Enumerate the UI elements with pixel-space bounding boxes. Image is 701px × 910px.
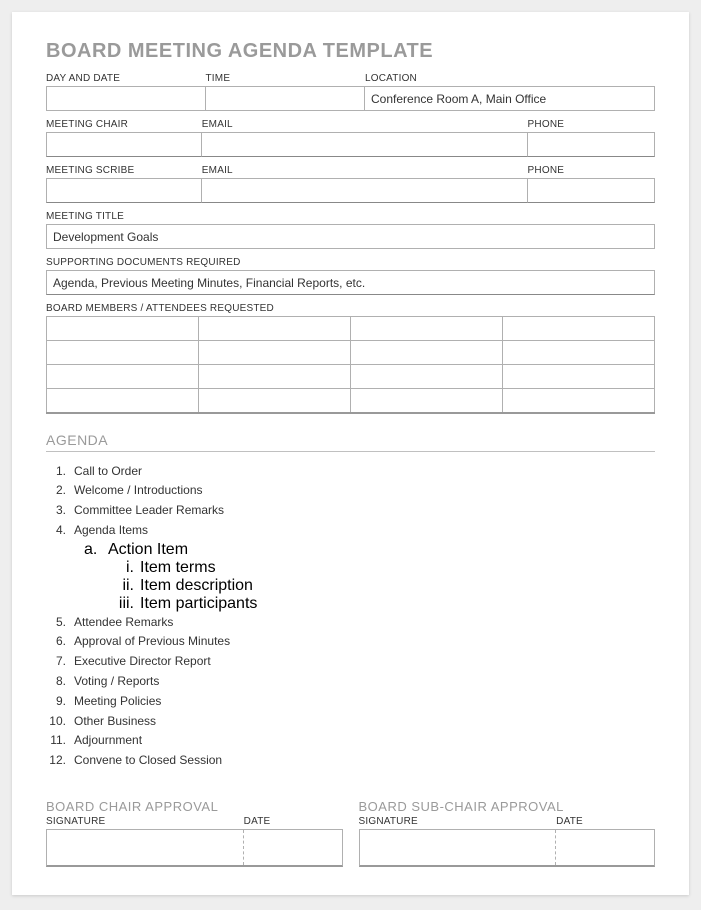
agenda-list: Call to Order Welcome / Introductions Co… bbox=[46, 462, 655, 772]
agenda-item: Adjournment bbox=[74, 733, 142, 747]
subchair-signature-field[interactable] bbox=[360, 830, 556, 865]
subchair-date-field[interactable] bbox=[555, 830, 654, 865]
attendees-table bbox=[46, 316, 655, 414]
agenda-item: Attendee Remarks bbox=[74, 615, 173, 629]
attendee-cell[interactable] bbox=[503, 341, 655, 365]
board-subchair-approval-title: BOARD SUB-CHAIR APPROVAL bbox=[359, 799, 656, 814]
signature-label: SIGNATURE bbox=[46, 816, 244, 827]
attendee-cell[interactable] bbox=[47, 389, 199, 413]
agenda-sub-a: Action Item bbox=[84, 541, 655, 559]
scribe-phone-value[interactable] bbox=[528, 178, 655, 203]
meeting-title-value[interactable]: Development Goals bbox=[46, 224, 655, 249]
agenda-item: Welcome / Introductions bbox=[74, 483, 203, 497]
supporting-docs-value[interactable]: Agenda, Previous Meeting Minutes, Financ… bbox=[46, 270, 655, 295]
attendee-cell[interactable] bbox=[199, 317, 351, 341]
attendee-cell[interactable] bbox=[503, 389, 655, 413]
time-value[interactable] bbox=[206, 86, 366, 111]
scribe-email-value[interactable] bbox=[202, 178, 528, 203]
agenda-item: Convene to Closed Session bbox=[74, 753, 222, 767]
document-page: BOARD MEETING AGENDA TEMPLATE DAY AND DA… bbox=[12, 12, 689, 895]
attendee-cell[interactable] bbox=[351, 389, 503, 413]
chair-name-value[interactable] bbox=[46, 132, 202, 157]
attendees-label: BOARD MEMBERS / ATTENDEES REQUESTED bbox=[46, 303, 655, 314]
location-value[interactable]: Conference Room A, Main Office bbox=[365, 86, 655, 111]
subchair-approval-box bbox=[359, 829, 656, 867]
attendee-cell[interactable] bbox=[199, 365, 351, 389]
agenda-item: Call to Order bbox=[74, 464, 142, 478]
agenda-item: Approval of Previous Minutes bbox=[74, 634, 230, 648]
attendee-cell[interactable] bbox=[47, 365, 199, 389]
chair-approval-box bbox=[46, 829, 343, 867]
row-supporting-docs: SUPPORTING DOCUMENTS REQUIRED Agenda, Pr… bbox=[46, 257, 655, 295]
chair-phone-label: PHONE bbox=[528, 119, 655, 130]
day-date-label: DAY AND DATE bbox=[46, 73, 206, 84]
attendee-cell[interactable] bbox=[351, 317, 503, 341]
signature-label: SIGNATURE bbox=[359, 816, 557, 827]
chair-phone-value[interactable] bbox=[528, 132, 655, 157]
chair-email-value[interactable] bbox=[202, 132, 528, 157]
chair-email-label: EMAIL bbox=[202, 119, 528, 130]
board-chair-approval-title: BOARD CHAIR APPROVAL bbox=[46, 799, 343, 814]
agenda-sub-roman: i.Item terms bbox=[116, 559, 655, 577]
agenda-heading: AGENDA bbox=[46, 432, 655, 452]
agenda-item: Executive Director Report bbox=[74, 654, 211, 668]
agenda-item: Voting / Reports bbox=[74, 674, 159, 688]
time-label: TIME bbox=[206, 73, 366, 84]
attendee-cell[interactable] bbox=[199, 341, 351, 365]
attendee-cell[interactable] bbox=[199, 389, 351, 413]
row-meeting-scribe: MEETING SCRIBE EMAIL PHONE bbox=[46, 165, 655, 203]
approval-section: BOARD CHAIR APPROVAL SIGNATURE DATE BOAR… bbox=[46, 799, 655, 867]
supporting-docs-label: SUPPORTING DOCUMENTS REQUIRED bbox=[46, 257, 655, 268]
agenda-item: Meeting Policies bbox=[74, 694, 161, 708]
meeting-title-label: MEETING TITLE bbox=[46, 211, 655, 222]
document-title: BOARD MEETING AGENDA TEMPLATE bbox=[46, 40, 655, 63]
attendee-cell[interactable] bbox=[47, 341, 199, 365]
location-label: LOCATION bbox=[365, 73, 655, 84]
agenda-item: Committee Leader Remarks bbox=[74, 503, 224, 517]
attendee-cell[interactable] bbox=[503, 365, 655, 389]
row-meeting-chair: MEETING CHAIR EMAIL PHONE bbox=[46, 119, 655, 157]
attendee-cell[interactable] bbox=[351, 341, 503, 365]
row-meeting-title: MEETING TITLE Development Goals bbox=[46, 211, 655, 249]
scribe-email-label: EMAIL bbox=[202, 165, 528, 176]
agenda-item: Other Business bbox=[74, 714, 156, 728]
attendee-cell[interactable] bbox=[503, 317, 655, 341]
attendee-cell[interactable] bbox=[351, 365, 503, 389]
scribe-name-label: MEETING SCRIBE bbox=[46, 165, 202, 176]
scribe-phone-label: PHONE bbox=[528, 165, 655, 176]
chair-signature-field[interactable] bbox=[47, 830, 243, 865]
chair-name-label: MEETING CHAIR bbox=[46, 119, 202, 130]
row-date-time-location: DAY AND DATE TIME LOCATION Conference Ro… bbox=[46, 73, 655, 111]
agenda-item: Agenda Items bbox=[74, 523, 148, 537]
scribe-name-value[interactable] bbox=[46, 178, 202, 203]
chair-date-field[interactable] bbox=[243, 830, 342, 865]
attendee-cell[interactable] bbox=[47, 317, 199, 341]
agenda-sub-roman: ii.Item description bbox=[116, 577, 655, 595]
day-date-value[interactable] bbox=[46, 86, 206, 111]
date-label: DATE bbox=[244, 816, 343, 827]
date-label: DATE bbox=[556, 816, 655, 827]
agenda-sub-roman: iii.Item participants bbox=[116, 595, 655, 613]
